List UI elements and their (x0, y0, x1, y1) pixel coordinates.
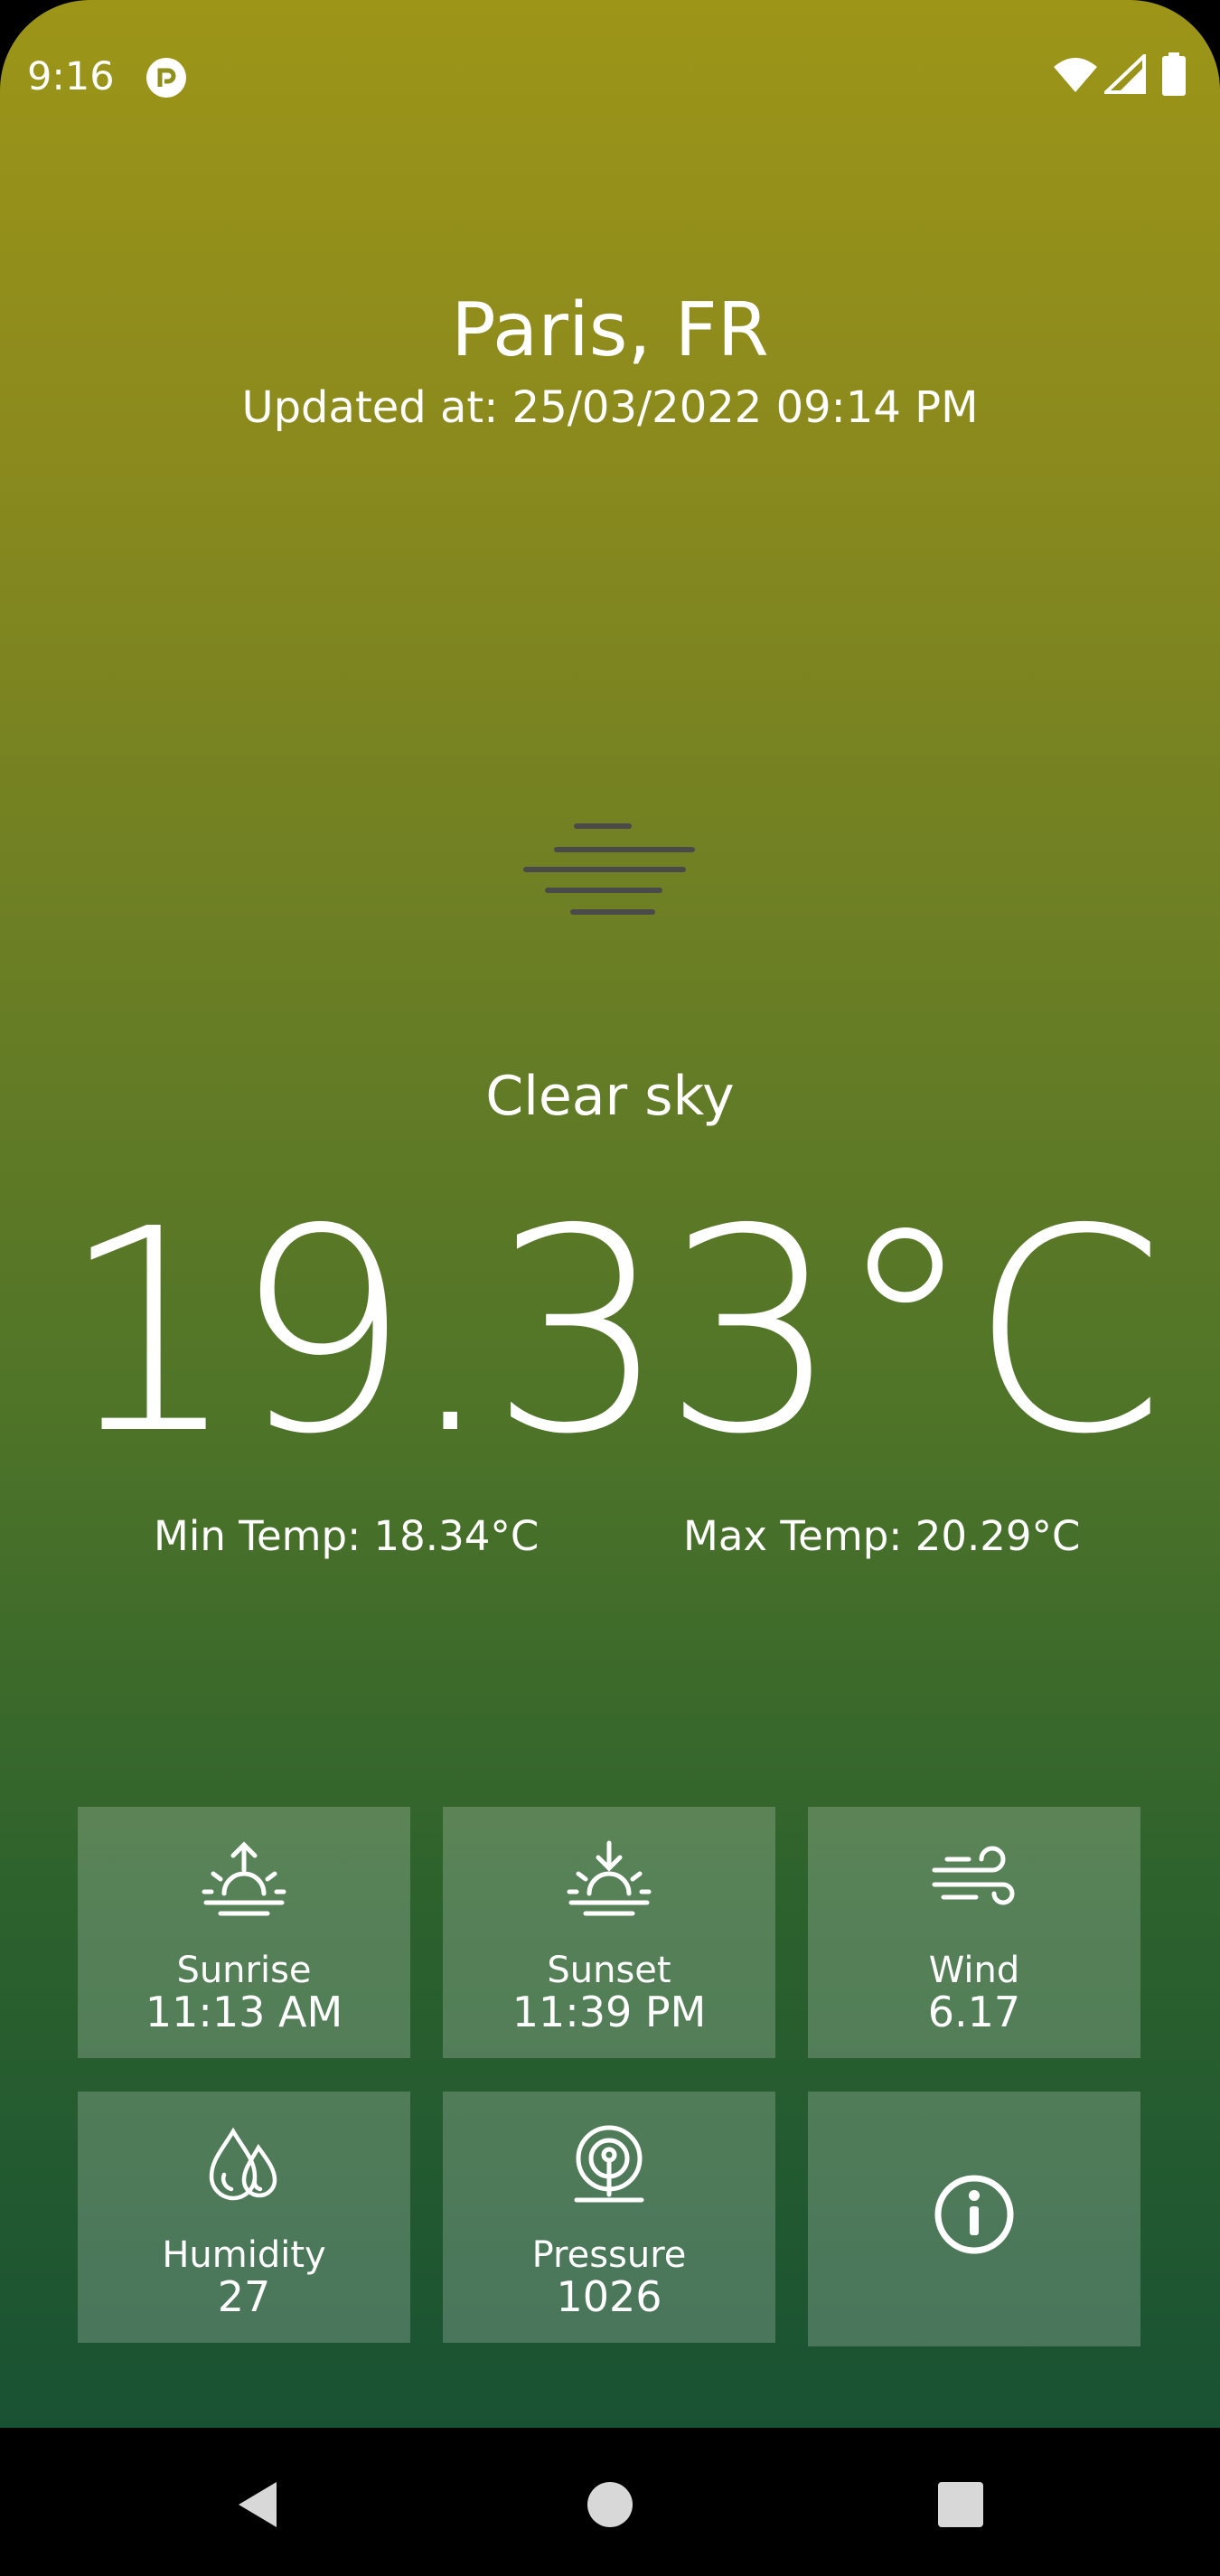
wind-label: Wind (928, 1950, 1020, 1991)
wind-value: 6.17 (927, 1988, 1021, 2036)
about-tile[interactable] (808, 2092, 1140, 2346)
haze-icon (523, 823, 695, 915)
navigation-bar (0, 2428, 1220, 2576)
app-notification-icon (146, 58, 186, 98)
pressure-value: 1026 (556, 2272, 662, 2321)
sunset-icon (567, 1840, 652, 1916)
wind-icon (932, 1846, 1015, 1905)
cellular-signal-icon (1104, 54, 1146, 94)
max-temperature: Max Temp: 20.29°C (683, 1512, 1081, 1560)
home-icon[interactable] (569, 2464, 651, 2545)
sunset-value: 11:39 PM (511, 1988, 707, 2036)
humidity-icon (209, 2127, 277, 2201)
wind-tile: Wind 6.17 (808, 1807, 1140, 2058)
status-time: 9:16 (27, 54, 115, 99)
info-icon[interactable] (929, 2174, 1019, 2255)
humidity-tile: Humidity 27 (78, 2092, 410, 2343)
wifi-icon (1054, 58, 1097, 92)
updated-timestamp: Updated at: 25/03/2022 09:14 PM (241, 382, 979, 433)
pressure-tile: Pressure 1026 (443, 2092, 775, 2343)
sunset-tile: Sunset 11:39 PM (443, 1807, 775, 2058)
sunset-label: Sunset (547, 1950, 671, 1991)
back-icon[interactable] (217, 2464, 298, 2545)
sunrise-tile: Sunrise 11:13 AM (78, 1807, 410, 2058)
sunrise-label: Sunrise (176, 1950, 312, 1991)
pressure-icon (574, 2125, 644, 2203)
battery-icon (1162, 52, 1186, 96)
humidity-value: 27 (217, 2272, 271, 2321)
pressure-label: Pressure (531, 2234, 687, 2276)
status-icons (1052, 52, 1197, 98)
sunrise-icon (202, 1841, 286, 1916)
status-bar: 9:16 (0, 0, 1220, 154)
city-title: Paris, FR (451, 287, 769, 373)
min-temperature: Min Temp: 18.34°C (154, 1512, 540, 1560)
humidity-label: Humidity (162, 2234, 326, 2276)
phone-frame: 9:16 Paris, FR Updated at: 25/03/2022 09… (0, 0, 1220, 2576)
recents-icon[interactable] (920, 2464, 1001, 2545)
current-temperature: 19.33°C (60, 1170, 1166, 1496)
sunrise-value: 11:13 AM (145, 1988, 343, 2036)
weather-screen: 9:16 Paris, FR Updated at: 25/03/2022 09… (0, 0, 1220, 2428)
weather-description: Clear sky (485, 1065, 735, 1128)
